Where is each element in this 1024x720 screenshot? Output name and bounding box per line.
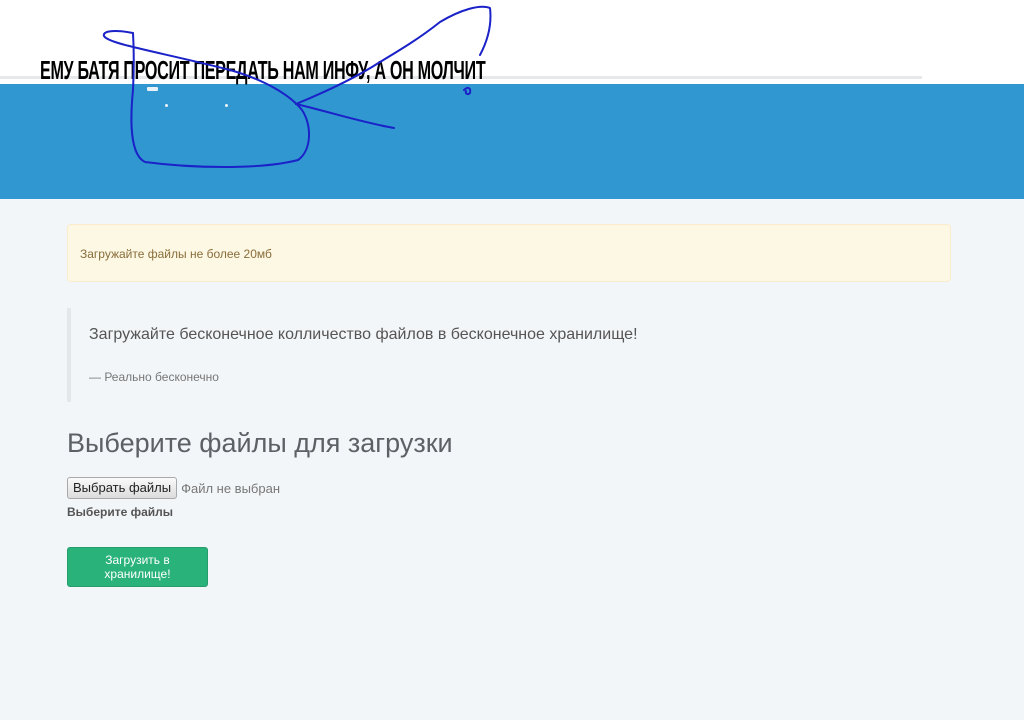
upload-submit-button[interactable]: Загрузить в хранилище!: [67, 547, 208, 587]
meme-caption: ЕМУ БАТЯ ПРОСИТ ПЕРЕДАТЬ НАМ ИНФУ, А ОН …: [40, 55, 486, 85]
file-help-text: Выберите файлы: [67, 505, 174, 519]
file-status: Файл не выбран: [181, 480, 281, 496]
quote-text: Загружайте бесконечное колличество файло…: [89, 326, 638, 343]
choose-files-button[interactable]: Выбрать файлы: [67, 477, 178, 499]
upload-title: Выберите файлы для загрузки: [67, 428, 453, 458]
hero-dot: [165, 104, 168, 107]
size-limit-alert: Загружайте файлы не более 20мб: [67, 224, 951, 282]
hero-mark: [147, 87, 158, 91]
file-input[interactable]: Выбрать файлы Файл не выбран: [67, 476, 280, 500]
blockquote: Загружайте бесконечное колличество файло…: [67, 308, 951, 402]
hero-dot: [225, 104, 228, 107]
quote-footer: — Реально бесконечно: [89, 370, 219, 384]
hero-banner: [0, 84, 1024, 199]
